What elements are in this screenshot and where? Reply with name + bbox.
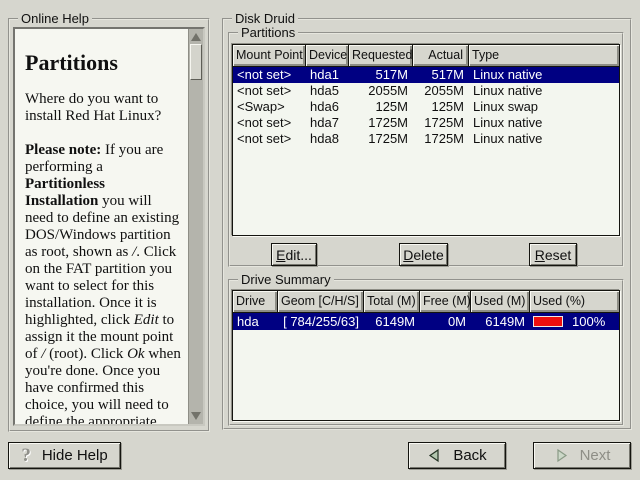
installer-window: Online Help Partitions Where do you want… (0, 0, 640, 480)
cell-mount-point: <not set> (233, 131, 306, 147)
cell-type: Linux native (469, 67, 619, 83)
cell-mount-point: <not set> (233, 115, 306, 131)
cell-device: hda7 (306, 115, 349, 131)
hide-help-button[interactable]: ? Hide Help (8, 442, 121, 469)
cell-requested: 2055M (349, 83, 413, 99)
help-paragraph-1: Where do you want to install Red Hat Lin… (25, 91, 182, 125)
cell-actual: 125M (413, 99, 469, 115)
partition-row-hda7[interactable]: <not set> hda7 1725M 1725M Linux native (233, 115, 619, 131)
drive-summary-frame-label: Drive Summary (238, 272, 334, 287)
usage-bar (533, 316, 563, 327)
partition-row-hda6[interactable]: <Swap> hda6 125M 125M Linux swap (233, 99, 619, 115)
cell-device: hda5 (306, 83, 349, 99)
cell-requested: 1725M (349, 131, 413, 147)
scrollbar-thumb[interactable] (190, 44, 202, 80)
cell-device: hda1 (306, 67, 349, 83)
help-scrollbar[interactable] (188, 29, 203, 424)
cell-requested: 517M (349, 67, 413, 83)
drive-summary-table-body: hda [ 784/255/63] 6149M 0M 6149M 100% (233, 313, 619, 330)
cell-device: hda6 (306, 99, 349, 115)
cell-free: 0M (420, 313, 471, 330)
back-label: Back (453, 447, 486, 464)
cell-mount-point: <not set> (233, 67, 306, 83)
cell-geom: [ 784/255/63] (278, 313, 364, 330)
cell-actual: 1725M (413, 115, 469, 131)
scroll-down-icon[interactable] (189, 409, 203, 423)
cell-type: Linux swap (469, 99, 619, 115)
next-button[interactable]: Next (533, 442, 631, 469)
partition-row-hda1[interactable]: <not set> hda1 517M 517M Linux native (233, 67, 619, 83)
column-header-used-pct[interactable]: Used (%) (530, 291, 619, 312)
cell-total: 6149M (364, 313, 420, 330)
edit-button[interactable]: Edit... (271, 243, 317, 266)
usage-pct-label: 100% (572, 313, 605, 330)
cell-drive: hda (233, 313, 278, 330)
column-header-geom[interactable]: Geom [C/H/S] (278, 291, 364, 312)
cell-type: Linux native (469, 83, 619, 99)
partition-row-hda8[interactable]: <not set> hda8 1725M 1725M Linux native (233, 131, 619, 147)
column-header-type[interactable]: Type (469, 45, 619, 66)
column-header-actual[interactable]: Actual (413, 45, 469, 66)
partitions-table-header: Mount Point Device Requested Actual Type (233, 45, 619, 67)
column-header-device[interactable]: Device (306, 45, 349, 66)
reset-button[interactable]: Reset (529, 243, 577, 266)
cell-used-m: 6149M (471, 313, 530, 330)
column-header-total[interactable]: Total (M) (364, 291, 420, 312)
partitions-table-body: <not set> hda1 517M 517M Linux native <n… (233, 67, 619, 147)
cell-requested: 125M (349, 99, 413, 115)
help-title: Partitions (25, 51, 182, 75)
help-paragraph-2: Please note: If you are performing a Par… (25, 142, 182, 424)
next-arrow-icon (554, 448, 569, 463)
online-help-frame: Online Help Partitions Where do you want… (8, 18, 210, 432)
column-header-mount-point[interactable]: Mount Point (233, 45, 306, 66)
delete-button[interactable]: Delete (399, 243, 448, 266)
cell-actual: 1725M (413, 131, 469, 147)
cell-actual: 517M (413, 67, 469, 83)
partition-row-hda5[interactable]: <not set> hda5 2055M 2055M Linux native (233, 83, 619, 99)
back-arrow-icon (427, 448, 442, 463)
drive-summary-table: Drive Geom [C/H/S] Total (M) Free (M) Us… (232, 290, 620, 421)
cell-type: Linux native (469, 131, 619, 147)
cell-mount-point: <Swap> (233, 99, 306, 115)
help-viewer: Partitions Where do you want to install … (13, 27, 205, 426)
online-help-frame-label: Online Help (18, 11, 92, 26)
help-content: Partitions Where do you want to install … (15, 29, 188, 424)
question-mark-icon: ? (21, 446, 31, 465)
cell-used-pct: 100% (530, 313, 619, 330)
scroll-up-icon[interactable] (189, 30, 203, 44)
disk-druid-frame-label: Disk Druid (232, 11, 298, 26)
next-label: Next (580, 447, 611, 464)
cell-actual: 2055M (413, 83, 469, 99)
drive-summary-table-header: Drive Geom [C/H/S] Total (M) Free (M) Us… (233, 291, 619, 313)
cell-requested: 1725M (349, 115, 413, 131)
drive-row-hda[interactable]: hda [ 784/255/63] 6149M 0M 6149M 100% (233, 313, 619, 330)
cell-type: Linux native (469, 115, 619, 131)
cell-mount-point: <not set> (233, 83, 306, 99)
partitions-table: Mount Point Device Requested Actual Type… (232, 44, 620, 236)
column-header-drive[interactable]: Drive (233, 291, 278, 312)
column-header-used-m[interactable]: Used (M) (471, 291, 530, 312)
partitions-frame-label: Partitions (238, 25, 298, 40)
column-header-free[interactable]: Free (M) (420, 291, 471, 312)
column-header-requested[interactable]: Requested (349, 45, 413, 66)
back-button[interactable]: Back (408, 442, 506, 469)
hide-help-label: Hide Help (42, 447, 108, 464)
cell-device: hda8 (306, 131, 349, 147)
